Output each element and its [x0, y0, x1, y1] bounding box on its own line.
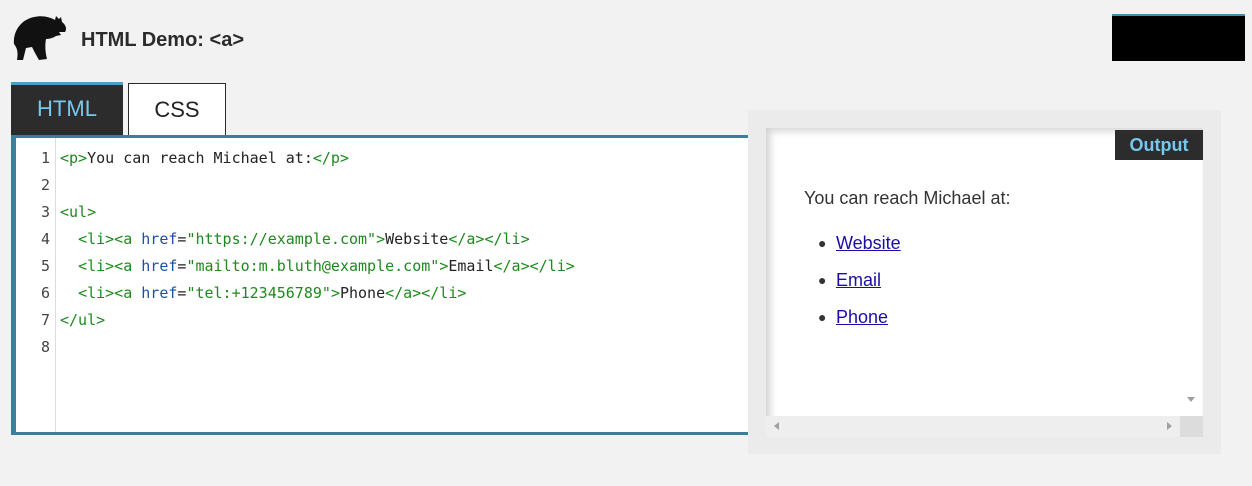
- bullet-icon: ●: [818, 235, 827, 251]
- scrollbar-corner: [1180, 416, 1203, 437]
- code-token: Phone: [339, 284, 386, 302]
- list-item: ● Website: [818, 233, 901, 253]
- code-token: Email: [448, 257, 494, 275]
- line-number: 3: [40, 203, 50, 221]
- website-link[interactable]: Website: [836, 233, 901, 253]
- scroll-right-arrow-icon[interactable]: [1167, 422, 1172, 430]
- code-token: <li><a: [78, 284, 142, 302]
- code-token: </ul>: [60, 311, 106, 329]
- line-number: 8: [40, 338, 50, 356]
- code-token: <p>: [60, 149, 88, 167]
- scroll-left-arrow-icon[interactable]: [774, 422, 779, 430]
- output-paragraph: You can reach Michael at:: [804, 188, 1011, 208]
- line-number: 7: [40, 311, 50, 329]
- code-token: "tel:+123456789": [186, 284, 331, 302]
- bullet-icon: ●: [818, 309, 827, 325]
- code-line[interactable]: <p>You can reach Michael at:</p>: [60, 149, 349, 167]
- code-token: Website: [385, 230, 449, 248]
- bullet-icon: ●: [818, 272, 827, 288]
- line-number: 6: [40, 284, 50, 302]
- code-token: <ul>: [60, 203, 97, 221]
- code-token: "https://example.com": [186, 230, 377, 248]
- email-link[interactable]: Email: [836, 270, 881, 290]
- dinosaur-logo-icon: [13, 16, 66, 60]
- code-line[interactable]: </ul>: [60, 311, 105, 329]
- code-token: </a></li>: [385, 284, 467, 302]
- code-editor[interactable]: 1 2 3 4 5 6 7 8 <p>You can reach Michael…: [11, 135, 771, 435]
- line-number-gutter: 1 2 3 4 5 6 7 8: [16, 138, 56, 432]
- code-token: </a></li>: [493, 257, 575, 275]
- code-token: >: [439, 257, 449, 275]
- code-line[interactable]: <li><a href="tel:+123456789">Phone</a></…: [60, 284, 466, 302]
- code-token: <li><a: [78, 257, 142, 275]
- code-token: >: [330, 284, 340, 302]
- horizontal-scrollbar[interactable]: [766, 416, 1180, 437]
- line-number: 2: [40, 176, 50, 194]
- code-line[interactable]: <li><a href="https://example.com">Websit…: [60, 230, 530, 248]
- line-number: 5: [40, 257, 50, 275]
- scroll-down-arrow-icon[interactable]: [1187, 397, 1195, 402]
- line-number: 4: [40, 230, 50, 248]
- list-item: ● Phone: [818, 307, 888, 327]
- code-token: href: [141, 284, 178, 302]
- code-token: "mailto:m.bluth@example.com": [186, 257, 440, 275]
- code-line[interactable]: <ul>: [60, 203, 96, 221]
- output-preview[interactable]: You can reach Michael at: ● Website ● Em…: [766, 128, 1203, 437]
- code-token: You can reach Michael at:: [87, 149, 313, 167]
- code-line[interactable]: <li><a href="mailto:m.bluth@example.com"…: [60, 257, 575, 275]
- output-label: Output: [1115, 130, 1203, 160]
- tab-css[interactable]: CSS: [128, 83, 226, 135]
- tab-html[interactable]: HTML: [11, 82, 123, 135]
- page-title: HTML Demo: <a>: [81, 29, 244, 51]
- list-item: ● Email: [818, 270, 881, 290]
- header-action-block: [1112, 14, 1245, 61]
- code-token: >: [376, 230, 386, 248]
- code-token: href: [141, 257, 178, 275]
- code-token: </p>: [312, 149, 349, 167]
- line-number: 1: [40, 149, 50, 167]
- phone-link[interactable]: Phone: [836, 307, 888, 327]
- code-token: <li><a: [78, 230, 142, 248]
- code-token: href: [141, 230, 178, 248]
- code-token: </a></li>: [448, 230, 530, 248]
